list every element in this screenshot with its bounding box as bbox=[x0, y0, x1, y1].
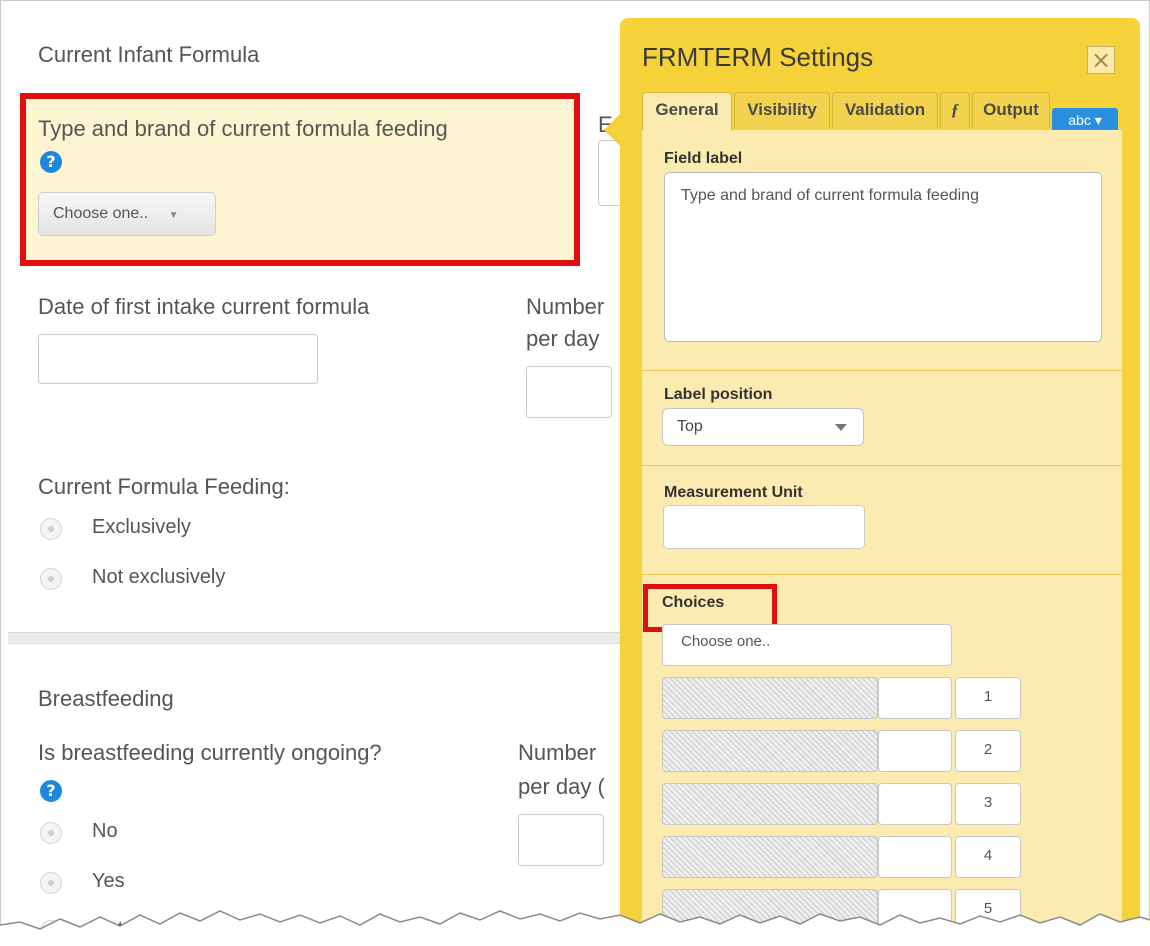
help-icon[interactable]: ? bbox=[40, 151, 62, 173]
choice-text-3-tail[interactable] bbox=[878, 783, 952, 825]
radio-label-exclusively: Exclusively bbox=[92, 516, 191, 538]
section-title-current-infant-formula: Current Infant Formula bbox=[38, 42, 260, 67]
radio-icon[interactable] bbox=[40, 822, 62, 844]
number-per-day-2-label-line2: per day ( bbox=[518, 774, 605, 799]
panel-title: FRMTERM Settings bbox=[642, 42, 874, 72]
choice-code-3[interactable]: 3 bbox=[955, 783, 1021, 825]
number-per-day-label-line2: per day bbox=[526, 326, 600, 351]
choice-text-1[interactable] bbox=[662, 677, 878, 719]
choice-placeholder-input[interactable]: Choose one.. bbox=[662, 624, 952, 666]
tab-output[interactable]: Output bbox=[972, 92, 1050, 128]
section-divider bbox=[642, 574, 1122, 575]
choice-text-4[interactable] bbox=[662, 836, 878, 878]
measurement-unit-input[interactable] bbox=[663, 505, 865, 549]
radio-icon[interactable] bbox=[40, 518, 62, 540]
radio-label-yes: Yes bbox=[92, 870, 125, 892]
label-position-value: Top bbox=[677, 418, 703, 435]
choice-text-1-tail[interactable] bbox=[878, 677, 952, 719]
choice-code-1[interactable]: 1 bbox=[955, 677, 1021, 719]
field-date-first-intake-label: Date of first intake current formula bbox=[38, 294, 370, 319]
type-brand-select[interactable]: Choose one.. ▼ bbox=[38, 192, 216, 236]
radio-icon[interactable] bbox=[40, 872, 62, 894]
choice-text-2[interactable] bbox=[662, 730, 878, 772]
field-label-textarea[interactable]: Type and brand of current formula feedin… bbox=[664, 172, 1102, 342]
choice-text-4-tail[interactable] bbox=[878, 836, 952, 878]
date-first-intake-input[interactable] bbox=[38, 334, 318, 384]
radio-label-not-exclusively: Not exclusively bbox=[92, 566, 226, 588]
field-type-brand-label: Type and brand of current formula feedin… bbox=[38, 116, 448, 141]
tab-function[interactable]: ƒ bbox=[940, 92, 970, 128]
section-divider bbox=[642, 370, 1122, 371]
number-per-day-2-input[interactable] bbox=[518, 814, 604, 866]
number-per-day-label-line1: Number bbox=[526, 294, 605, 319]
label-position-heading: Label position bbox=[664, 386, 773, 403]
breastfeeding-ongoing-label: Is breastfeeding currently ongoing? bbox=[38, 740, 382, 765]
tab-general[interactable]: General bbox=[642, 92, 732, 132]
dropdown-caret-icon: ▼ bbox=[168, 210, 179, 221]
label-position-select[interactable]: Top bbox=[662, 408, 864, 446]
choice-code-2[interactable]: 2 bbox=[955, 730, 1021, 772]
current-formula-feeding-label: Current Formula Feeding: bbox=[38, 474, 290, 499]
choice-text-2-tail[interactable] bbox=[878, 730, 952, 772]
radio-label-no: No bbox=[92, 820, 118, 842]
tab-visibility[interactable]: Visibility bbox=[734, 92, 830, 128]
field-label-heading: Field label bbox=[664, 150, 743, 167]
choice-text-3[interactable] bbox=[662, 783, 878, 825]
number-per-day-2-label-line1: Number bbox=[518, 740, 597, 765]
type-brand-select-value: Choose one.. bbox=[53, 205, 149, 222]
number-per-day-input[interactable] bbox=[526, 366, 612, 418]
close-icon[interactable]: × bbox=[1087, 46, 1115, 74]
measurement-unit-heading: Measurement Unit bbox=[664, 484, 803, 501]
section-title-breastfeeding: Breastfeeding bbox=[38, 686, 174, 711]
section-divider bbox=[642, 465, 1122, 466]
torn-edge-decoration bbox=[0, 910, 1150, 946]
abc-badge[interactable]: abc ▾ bbox=[1052, 108, 1118, 132]
help-icon[interactable]: ? bbox=[40, 780, 62, 802]
tab-validation[interactable]: Validation bbox=[832, 92, 938, 128]
dropdown-caret-icon bbox=[835, 424, 847, 431]
radio-icon[interactable] bbox=[40, 568, 62, 590]
choice-code-4[interactable]: 4 bbox=[955, 836, 1021, 878]
